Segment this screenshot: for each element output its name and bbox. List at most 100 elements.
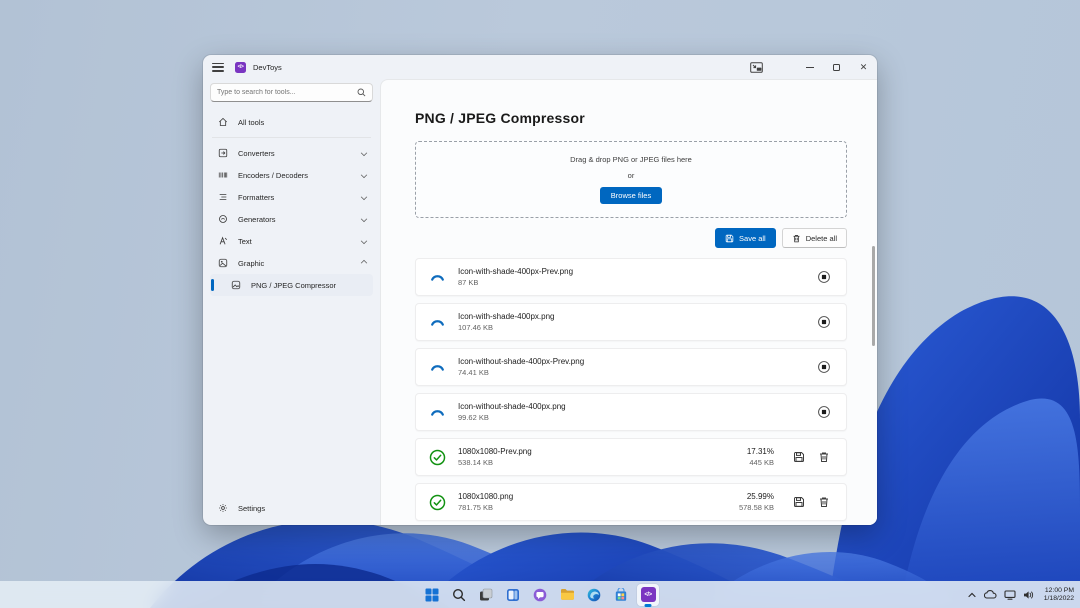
save-icon (793, 451, 805, 463)
cancel-compression-button[interactable] (815, 313, 833, 331)
trash-icon (792, 234, 801, 243)
file-row: 1080x1080.png 781.75 KB 25.99% 578.58 KB (415, 483, 847, 521)
sidebar-item-label: Generators (238, 215, 276, 224)
file-size: 74.41 KB (458, 368, 584, 377)
sidebar-item-formatters[interactable]: Formatters (210, 186, 373, 208)
file-name: Icon-with-shade-400px.png (458, 312, 555, 321)
devtoys-window: </> DevToys ✕ (203, 55, 877, 525)
encoders-decoders-icon (216, 170, 229, 180)
progress-spinner-icon (429, 404, 446, 421)
progress-spinner-icon (429, 314, 446, 331)
file-name: 1080x1080.png (458, 492, 513, 501)
delete-file-button[interactable] (815, 493, 833, 511)
selected-indicator (211, 279, 214, 291)
network-icon[interactable] (1004, 590, 1016, 600)
save-file-button[interactable] (790, 493, 808, 511)
chat-icon (533, 588, 547, 602)
home-icon (216, 117, 229, 127)
file-list: Icon-with-shade-400px-Prev.png 87 KB (415, 258, 847, 521)
generators-icon (216, 214, 229, 224)
sidebar-item-graphic[interactable]: Graphic (210, 252, 373, 274)
compressed-size: 578.58 KB (739, 503, 774, 512)
desktop: </> DevToys ✕ (0, 0, 1080, 608)
taskbar-clock[interactable]: 12:00 PM 1/18/2022 (1041, 587, 1074, 603)
close-button[interactable]: ✕ (850, 55, 877, 79)
file-size: 107.46 KB (458, 323, 555, 332)
clock-date: 1/18/2022 (1044, 595, 1074, 602)
gear-icon (216, 503, 229, 513)
store-button[interactable] (610, 584, 632, 606)
widgets-button[interactable] (502, 584, 524, 606)
compression-ratio: 17.31% (747, 447, 774, 456)
sidebar-item-label: PNG / JPEG Compressor (251, 281, 336, 290)
start-icon (425, 588, 439, 602)
file-size: 781.75 KB (458, 503, 513, 512)
file-name: Icon-without-shade-400px-Prev.png (458, 357, 584, 366)
onedrive-cloud-icon[interactable] (984, 590, 997, 599)
search-icon (452, 588, 466, 602)
hamburger-menu-icon[interactable] (212, 63, 224, 72)
browse-files-button[interactable]: Browse files (600, 187, 662, 204)
sidebar-item-label: Settings (238, 504, 265, 513)
cancel-compression-button[interactable] (815, 268, 833, 286)
scrollbar-thumb[interactable] (872, 246, 875, 346)
sidebar-item-settings[interactable]: Settings (210, 497, 373, 519)
edge-button[interactable] (583, 584, 605, 606)
file-row: Icon-with-shade-400px.png 107.46 KB (415, 303, 847, 341)
sidebar-item-all-tools[interactable]: All tools (210, 111, 373, 133)
cancel-compression-button[interactable] (815, 403, 833, 421)
sidebar: All tools Converters Enc (203, 79, 380, 525)
minimize-button[interactable] (796, 55, 823, 79)
success-check-icon (429, 449, 446, 466)
chat-button[interactable] (529, 584, 551, 606)
task-view-button[interactable] (475, 584, 497, 606)
sidebar-item-generators[interactable]: Generators (210, 208, 373, 230)
task-view-icon (479, 588, 493, 602)
save-all-button[interactable]: Save all (715, 228, 776, 248)
sidebar-item-text[interactable]: Text (210, 230, 373, 252)
app-title: DevToys (253, 63, 282, 72)
tool-search-box[interactable] (210, 83, 373, 102)
image-compressor-icon (229, 280, 242, 290)
chevron-down-icon (361, 150, 367, 156)
sidebar-item-label: Converters (238, 149, 275, 158)
sidebar-item-encoders-decoders[interactable]: Encoders / Decoders (210, 164, 373, 186)
delete-all-button[interactable]: Delete all (782, 228, 847, 248)
file-explorer-button[interactable] (556, 584, 578, 606)
devtoys-taskbar-button[interactable]: </> (637, 584, 659, 606)
compact-overlay-icon[interactable] (743, 55, 770, 79)
success-check-icon (429, 494, 446, 511)
hidden-icons-chevron-icon[interactable] (967, 591, 977, 599)
sidebar-item-label: All tools (238, 118, 264, 127)
save-file-button[interactable] (790, 448, 808, 466)
file-name: Icon-with-shade-400px-Prev.png (458, 267, 573, 276)
start-button[interactable] (421, 584, 443, 606)
file-size: 99.62 KB (458, 413, 566, 422)
main-content: PNG / JPEG Compressor Drag & drop PNG or… (380, 79, 877, 525)
active-app-indicator (645, 604, 652, 607)
sidebar-item-converters[interactable]: Converters (210, 142, 373, 164)
file-dropzone[interactable]: Drag & drop PNG or JPEG files here or Br… (415, 141, 847, 218)
edge-icon (587, 588, 601, 602)
maximize-button[interactable] (823, 55, 850, 79)
cancel-compression-button[interactable] (815, 358, 833, 376)
progress-spinner-icon (429, 269, 446, 286)
sidebar-item-label: Encoders / Decoders (238, 171, 308, 180)
sidebar-item-label: Text (238, 237, 252, 246)
taskbar-search-button[interactable] (448, 584, 470, 606)
chevron-down-icon (361, 238, 367, 244)
file-row: 1080x1080-Prev.png 538.14 KB 17.31% 445 … (415, 438, 847, 476)
file-row: Icon-with-shade-400px-Prev.png 87 KB (415, 258, 847, 296)
devtoys-logo-icon: </> (235, 62, 246, 73)
sidebar-item-png-jpeg-compressor[interactable]: PNG / JPEG Compressor (210, 274, 373, 296)
search-input[interactable] (217, 89, 357, 96)
chevron-down-icon (361, 194, 367, 200)
widgets-icon (506, 588, 520, 602)
trash-icon (818, 496, 830, 508)
clock-time: 12:00 PM (1045, 587, 1074, 594)
delete-file-button[interactable] (815, 448, 833, 466)
trash-icon (818, 451, 830, 463)
volume-icon[interactable] (1023, 590, 1034, 600)
dropzone-instruction: Drag & drop PNG or JPEG files here (570, 155, 692, 164)
taskbar: </> 12:00 PM 1/18/2022 (0, 581, 1080, 608)
